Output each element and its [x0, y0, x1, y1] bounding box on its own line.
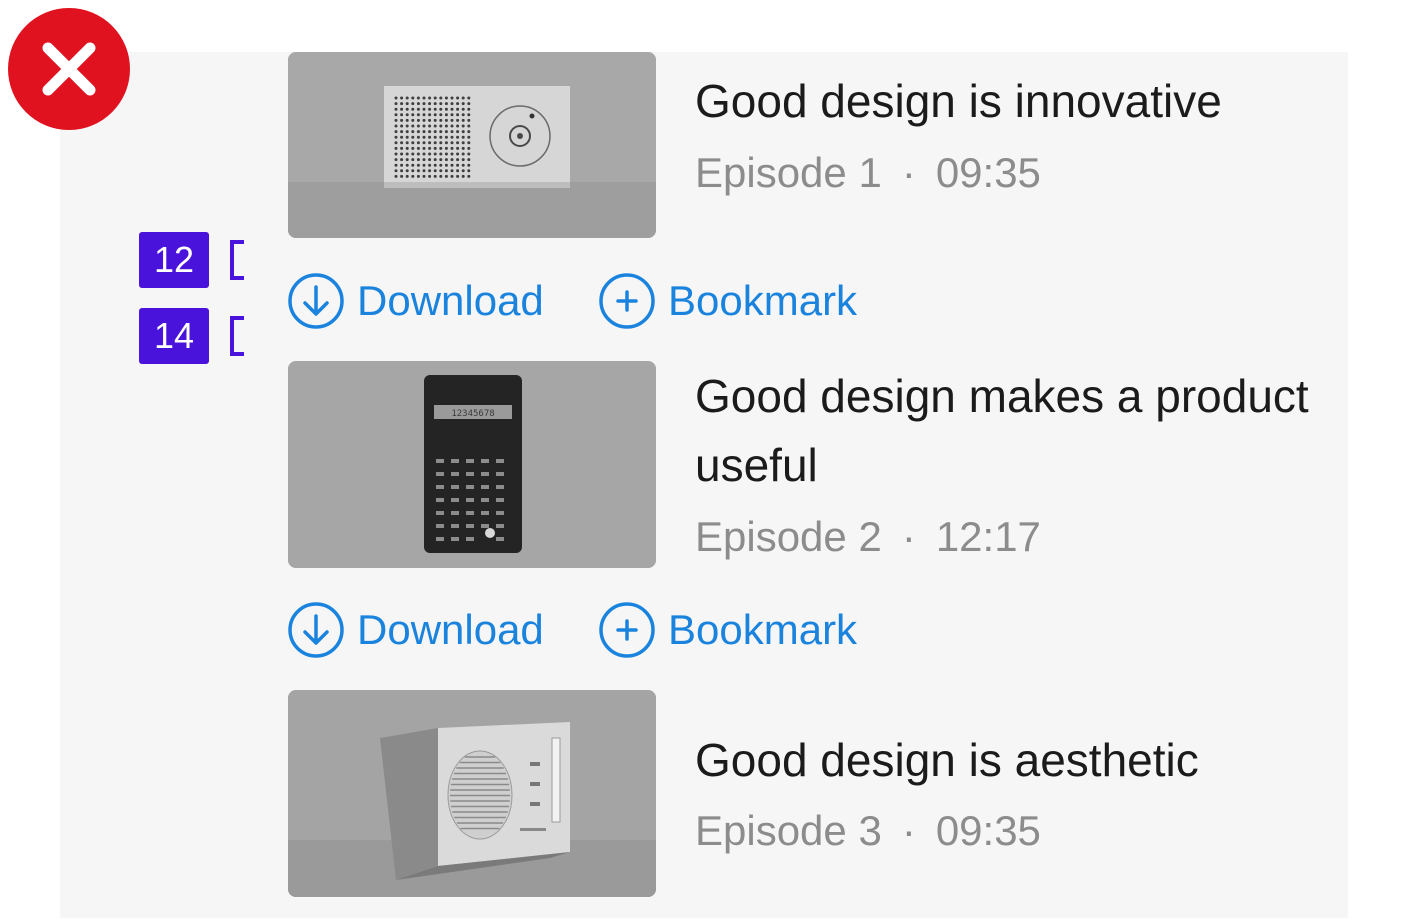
table-radio-thumbnail[interactable] [288, 690, 656, 897]
download-button[interactable]: Download [287, 272, 544, 330]
episode-number: Episode 3 [695, 807, 882, 854]
episode-duration: 09:35 [935, 149, 1041, 196]
bookmark-label: Bookmark [668, 277, 858, 324]
episode-duration: 12:17 [935, 513, 1041, 560]
download-label: Download [357, 606, 544, 653]
spacing-annotation-12: 12 [139, 232, 209, 288]
radio-speaker-thumbnail[interactable] [288, 52, 656, 238]
meta-separator: · [901, 149, 916, 196]
bookmark-button[interactable]: Bookmark [598, 601, 857, 659]
spacing-bracket-14 [230, 316, 244, 356]
download-label: Download [357, 277, 544, 324]
episode-number: Episode 2 [695, 513, 882, 560]
plus-circle-icon [599, 273, 655, 329]
episode-title[interactable]: Good design is aesthetic [695, 726, 1335, 795]
episode-meta: Episode 3 · 09:35 [695, 806, 1041, 856]
spacing-annotation-14: 14 [139, 308, 209, 364]
episode-meta: Episode 2 · 12:17 [695, 512, 1041, 562]
calculator-thumbnail[interactable]: 12345678 [288, 361, 656, 568]
error-x-icon [8, 8, 130, 130]
arrow-down-circle-icon [288, 602, 344, 658]
meta-separator: · [901, 513, 916, 560]
bookmark-label: Bookmark [668, 606, 858, 653]
episode-title[interactable]: Good design is innovative [695, 67, 1335, 136]
download-button[interactable]: Download [287, 601, 544, 659]
plus-circle-icon [599, 602, 655, 658]
episode-number: Episode 1 [695, 149, 882, 196]
arrow-down-circle-icon [288, 273, 344, 329]
meta-separator: · [901, 807, 916, 854]
episode-duration: 09:35 [935, 807, 1041, 854]
episode-meta: Episode 1 · 09:35 [695, 148, 1041, 198]
bookmark-button[interactable]: Bookmark [598, 272, 857, 330]
spacing-bracket-12 [230, 240, 244, 280]
calculator-display-text: 12345678 [451, 409, 494, 419]
episode-title[interactable]: Good design makes a product useful [695, 362, 1335, 500]
